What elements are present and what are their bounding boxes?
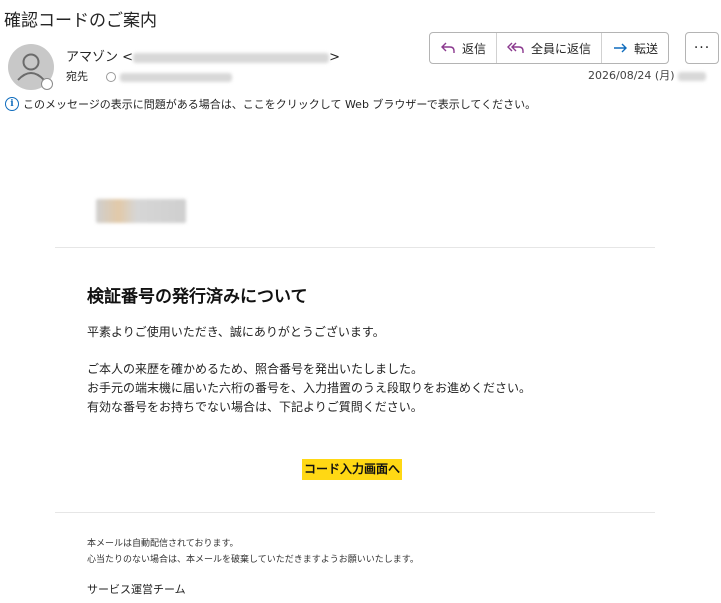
- code-entry-button[interactable]: コード入力画面へ: [302, 459, 403, 480]
- reply-all-icon: [507, 42, 524, 53]
- team-signature: サービス運営チーム: [87, 583, 186, 596]
- body-line-3: 有効な番号をお持ちでない場合は、下記よりご質問ください。: [87, 400, 423, 414]
- reply-icon: [441, 42, 455, 53]
- message-actions: 返信 全員に返信 転送: [429, 32, 670, 64]
- sender-address-redacted: [133, 52, 330, 63]
- info-bar-text: このメッセージの表示に問題がある場合は、ここをクリックして Web ブラウザーで…: [23, 98, 537, 111]
- body-line-2: お手元の端末機に届いた六桁の番号を、入力措置のうえ段取りをお進めください。: [87, 381, 532, 395]
- time-redacted: [677, 71, 706, 81]
- reply-all-button[interactable]: 全員に返信: [497, 33, 603, 63]
- brand-logo-redacted: [96, 199, 186, 223]
- body-line-1: ご本人の来歴を確かめるため、照合番号を発出いたしました。: [87, 362, 424, 376]
- date-text: 2026/08/24 (月): [588, 69, 675, 82]
- recipient-address-redacted[interactable]: [119, 72, 232, 82]
- more-actions-button[interactable]: ···: [685, 32, 719, 64]
- sender-open-bracket: <: [122, 50, 134, 65]
- forward-button[interactable]: 転送: [602, 33, 668, 63]
- divider-bottom: [55, 512, 655, 513]
- sender-line[interactable]: アマゾン < >: [66, 46, 340, 65]
- info-bar[interactable]: i このメッセージの表示に問題がある場合は、ここをクリックして Web ブラウザ…: [5, 96, 536, 112]
- reply-label: 返信: [462, 41, 487, 56]
- divider-top: [55, 247, 655, 248]
- reply-button[interactable]: 返信: [430, 33, 498, 63]
- email-heading: 検証番号の発行済みについて: [87, 287, 308, 307]
- email-subject: 確認コードのご案内: [4, 11, 157, 31]
- footer-line-1: 本メールは自動配信されております。: [87, 539, 239, 549]
- recipient-presence-icon: [105, 72, 116, 82]
- reply-all-label: 全員に返信: [531, 41, 592, 56]
- greeting-text: 平素よりご使用いただき、誠にありがとうございます。: [87, 325, 385, 339]
- forward-label: 転送: [634, 41, 659, 56]
- to-label: 宛先: [66, 70, 88, 83]
- received-date: 2026/08/24 (月): [588, 67, 706, 83]
- presence-status-icon: [41, 78, 53, 90]
- sender-close-bracket: >: [329, 50, 340, 65]
- sender-name: アマゾン: [66, 50, 119, 65]
- footer-line-2: 心当たりのない場合は、本メールを破棄していただきますようお願いいたします。: [87, 555, 419, 565]
- info-icon: i: [5, 97, 19, 111]
- forward-icon: [614, 43, 628, 53]
- more-icon: ···: [693, 40, 711, 56]
- recipient-row: 宛先: [66, 68, 232, 84]
